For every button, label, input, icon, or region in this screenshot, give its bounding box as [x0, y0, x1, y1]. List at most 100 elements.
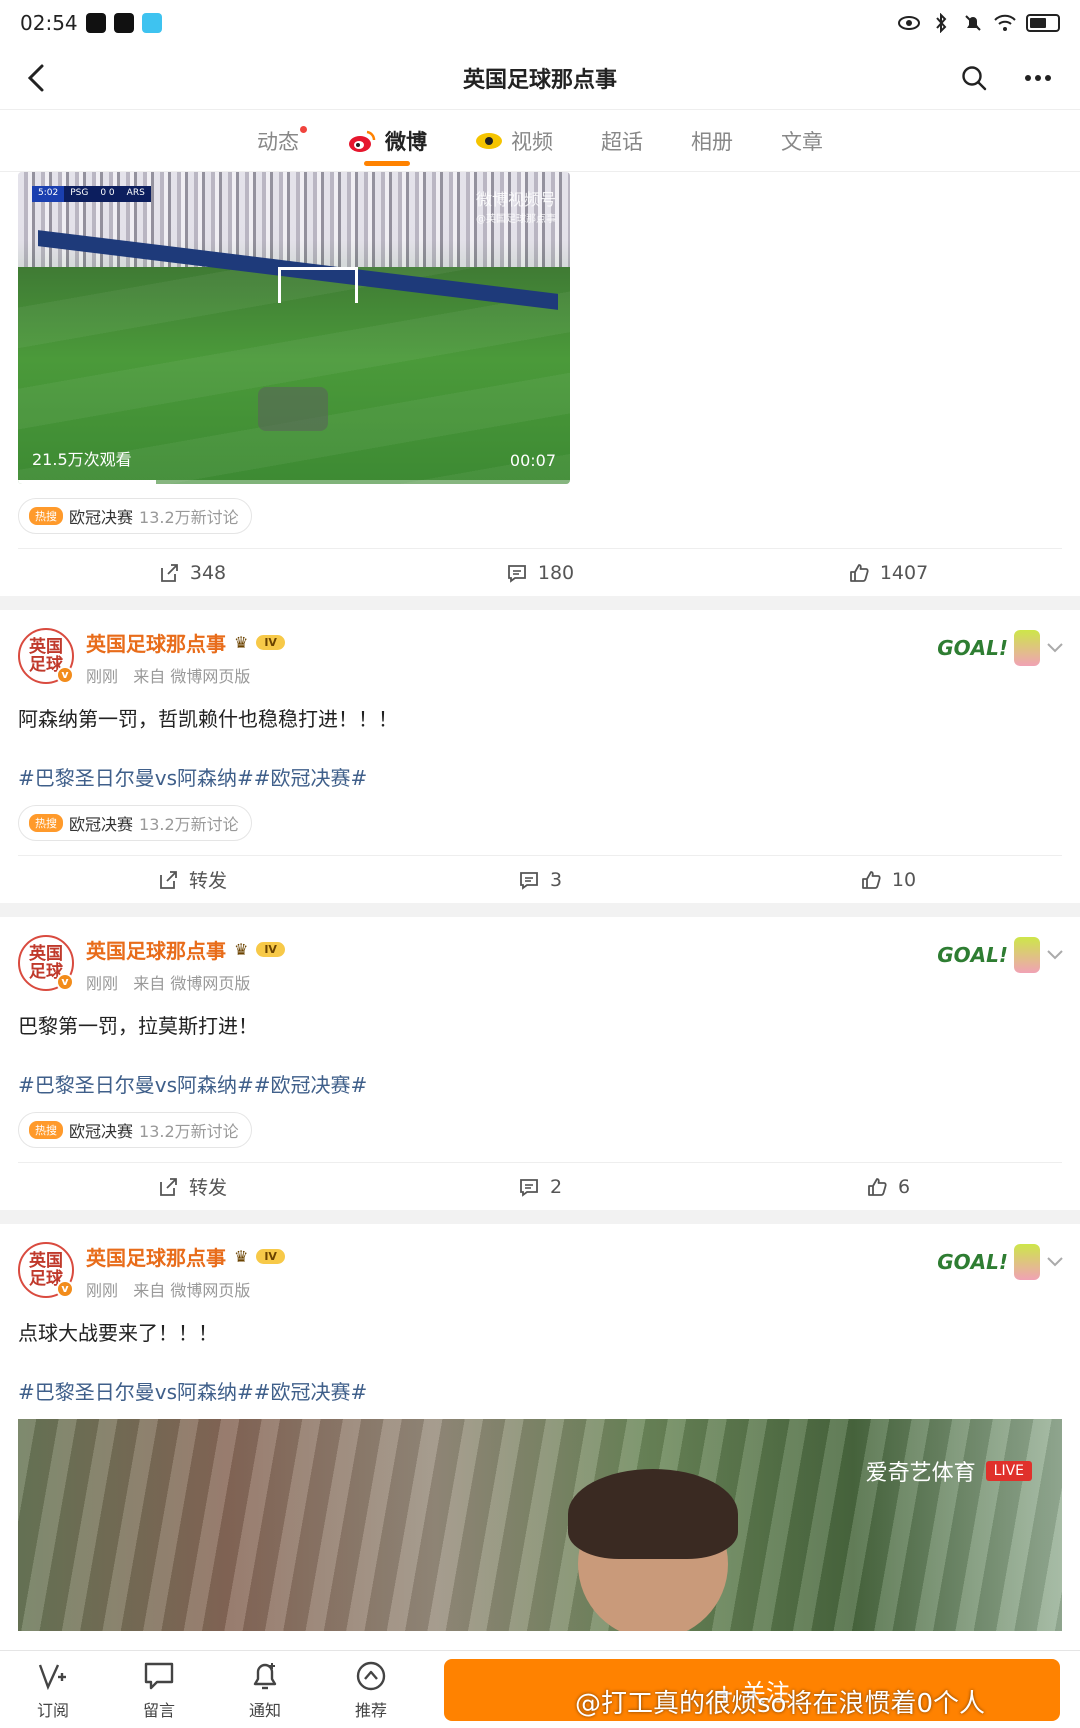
feed: 5:02 PSG 0 0 ARS 微博视频号 @英国足球那点事 21.5万次观看… — [0, 172, 1080, 1631]
tab-super-topic[interactable]: 超话 — [601, 110, 643, 172]
search-icon — [962, 66, 987, 91]
comment-count: 3 — [549, 868, 563, 891]
subscribe-button[interactable]: 订阅 — [0, 1659, 106, 1721]
crown-icon: ♛ — [234, 940, 249, 959]
status-bar: 02:54 — [0, 0, 1080, 46]
post-time: 刚刚 — [86, 974, 119, 993]
comment-button[interactable]: 3 — [366, 869, 714, 891]
thumbs-up-icon — [849, 563, 869, 582]
recommend-label: 推荐 — [354, 1700, 387, 1720]
tab-video[interactable]: 视频 — [475, 110, 553, 172]
video-post: 5:02 PSG 0 0 ARS 微博视频号 @英国足球那点事 21.5万次观看… — [0, 172, 1080, 596]
comment-button[interactable]: 180 — [366, 562, 714, 584]
subscribe-label: 订阅 — [36, 1700, 69, 1720]
comment-icon — [520, 871, 538, 890]
weibo-post: 英国足球 v 英国足球那点事 ♛ IV 刚刚 来自 微博网页版 GOAL! 点球… — [0, 1224, 1080, 1631]
hot-topic-chip[interactable]: 热搜 欧冠决赛 13.2万新讨论 — [18, 805, 252, 841]
like-count: 1407 — [879, 561, 929, 584]
notify-button[interactable]: 通知 — [212, 1659, 318, 1721]
back-button[interactable] — [18, 60, 54, 96]
more-button[interactable] — [1018, 60, 1058, 96]
tiktok-icon — [113, 13, 134, 33]
avatar[interactable]: 英国足球 v — [18, 628, 74, 684]
like-button[interactable]: 1407 — [714, 562, 1062, 584]
post-hashtags[interactable]: #巴黎圣日尔曼vs阿森纳##欧冠决赛# — [0, 732, 1080, 791]
hot-topic-chip[interactable]: 热搜 欧冠决赛 13.2万新讨论 — [18, 498, 252, 534]
post-source: 来自 微博网页版 — [133, 667, 251, 686]
hot-topic-chip[interactable]: 热搜 欧冠决赛 13.2万新讨论 — [18, 1112, 252, 1148]
topic-name: 欧冠决赛 — [69, 508, 134, 527]
tab-label: 相册 — [691, 129, 733, 154]
like-button[interactable]: 6 — [714, 1176, 1062, 1198]
chevron-down-icon[interactable] — [1044, 636, 1066, 658]
home-team: PSG — [64, 186, 95, 202]
verified-badge-icon: v — [56, 1280, 74, 1298]
chevron-down-icon[interactable] — [1044, 943, 1066, 965]
author-name[interactable]: 英国足球那点事 — [86, 1242, 226, 1271]
comment-count: 180 — [537, 561, 575, 584]
repost-button[interactable]: 348 — [18, 562, 366, 584]
chevron-left-icon — [27, 64, 44, 92]
tab-label: 文章 — [781, 129, 823, 154]
tab-label: 动态 — [257, 129, 299, 154]
hot-search-badge: 热搜 — [29, 1121, 63, 1139]
comment-count: 2 — [549, 1175, 563, 1198]
repost-button[interactable]: 转发 — [18, 866, 366, 893]
video-progress-bar[interactable] — [18, 480, 570, 484]
image-background — [18, 1419, 1062, 1631]
tab-label: 视频 — [511, 129, 553, 154]
author-name[interactable]: 英国足球那点事 — [86, 628, 226, 657]
goal-deco-text: GOAL! — [937, 943, 1008, 967]
message-button[interactable]: 留言 — [106, 1659, 212, 1721]
repost-label: 转发 — [188, 1177, 227, 1199]
recommend-button[interactable]: 推荐 — [318, 1659, 424, 1721]
avatar[interactable]: 英国足球 v — [18, 1242, 74, 1298]
broadcaster-logo: 爱奇艺体育 LIVE — [866, 1455, 1032, 1487]
post-action-bar: 348 180 1407 — [18, 548, 1062, 596]
topic-count: 13.2万新讨论 — [139, 815, 239, 834]
level-badge: IV — [256, 1249, 285, 1264]
comment-button[interactable]: 2 — [366, 1176, 714, 1198]
active-tab-indicator — [364, 160, 410, 166]
hot-search-badge: 热搜 — [29, 507, 63, 525]
unread-dot — [300, 125, 307, 133]
post-text: 点球大战要来了！！！ — [18, 1321, 218, 1345]
tab-album[interactable]: 相册 — [691, 110, 733, 172]
post-hashtags[interactable]: #巴黎圣日尔曼vs阿森纳##欧冠决赛# — [0, 1346, 1080, 1405]
chevron-down-icon[interactable] — [1044, 1250, 1066, 1272]
compass-icon — [356, 1661, 386, 1690]
view-count: 21.5万次观看 — [32, 450, 132, 469]
post-text: 巴黎第一罚，拉莫斯打进！ — [18, 1014, 258, 1038]
weibo-post: 英国足球 v 英国足球那点事 ♛ IV 刚刚 来自 微博网页版 GOAL! 巴黎… — [0, 917, 1080, 1210]
repost-count: 348 — [189, 561, 227, 584]
broadcaster-name: 爱奇艺体育 — [865, 1461, 976, 1486]
feed-divider — [0, 1210, 1080, 1224]
tab-articles[interactable]: 文章 — [781, 110, 823, 172]
author-name[interactable]: 英国足球那点事 — [86, 935, 226, 964]
match-time: 5:02 — [32, 186, 65, 202]
trophy-icon — [1014, 937, 1040, 973]
tab-feed[interactable]: 动态 — [257, 110, 307, 172]
battery-icon — [1026, 14, 1060, 32]
status-left: 02:54 — [20, 11, 162, 35]
post-hashtags[interactable]: #巴黎圣日尔曼vs阿森纳##欧冠决赛# — [0, 1039, 1080, 1098]
trophy-icon — [1014, 630, 1040, 666]
more-dots-icon — [1025, 75, 1051, 81]
topic-name: 欧冠决赛 — [69, 1122, 134, 1141]
crown-icon: ♛ — [234, 1247, 249, 1266]
video-player[interactable]: 5:02 PSG 0 0 ARS 微博视频号 @英国足球那点事 21.5万次观看… — [18, 172, 570, 484]
trophy-icon — [1014, 1244, 1040, 1280]
play-button[interactable] — [258, 387, 328, 431]
status-time: 02:54 — [20, 11, 78, 35]
repost-button[interactable]: 转发 — [18, 1173, 366, 1200]
subscribe-icon — [38, 1664, 66, 1690]
notify-label: 通知 — [248, 1700, 281, 1720]
level-badge: IV — [256, 635, 285, 650]
like-button[interactable]: 10 — [714, 869, 1062, 891]
tab-weibo[interactable]: 微博 — [347, 110, 427, 172]
post-image[interactable]: 爱奇艺体育 LIVE — [18, 1419, 1062, 1631]
avatar[interactable]: 英国足球 v — [18, 935, 74, 991]
search-button[interactable] — [956, 60, 992, 96]
topic-count: 13.2万新讨论 — [139, 1122, 239, 1141]
level-badge: IV — [256, 942, 285, 957]
